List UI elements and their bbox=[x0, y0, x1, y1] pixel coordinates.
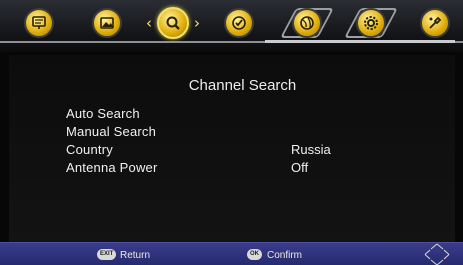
confirm-hint[interactable]: Confirm bbox=[267, 250, 302, 261]
exit-key-icon: EXIT bbox=[97, 249, 117, 260]
ok-key-icon: OK bbox=[247, 249, 262, 260]
picture-icon[interactable] bbox=[92, 8, 122, 38]
page-title: Channel Search bbox=[188, 77, 297, 94]
menu-item-country[interactable]: Country bbox=[66, 142, 113, 157]
menu-item-auto-search[interactable]: Auto Search bbox=[66, 106, 140, 121]
country-value[interactable]: Russia bbox=[291, 142, 331, 157]
search-icon[interactable] bbox=[157, 7, 189, 39]
chevron-left-icon[interactable]: ‹ bbox=[146, 14, 152, 32]
menu-item-manual-search[interactable]: Manual Search bbox=[66, 124, 156, 139]
tv-settings-icon[interactable] bbox=[24, 8, 54, 38]
navigation-arrows-icon bbox=[424, 243, 450, 265]
nav-rail-highlight bbox=[265, 40, 455, 43]
globe-icon[interactable] bbox=[292, 8, 322, 38]
antenna-power-value[interactable]: Off bbox=[291, 160, 308, 175]
return-hint[interactable]: Return bbox=[120, 250, 150, 261]
bottom-hint-bar: EXIT Return OK Confirm bbox=[0, 242, 463, 265]
gear-icon[interactable] bbox=[356, 8, 386, 38]
clock-icon[interactable] bbox=[224, 8, 254, 38]
chevron-right-icon[interactable]: › bbox=[194, 14, 200, 32]
top-navigation-bar: ‹ › bbox=[0, 0, 463, 52]
tv-menu-screen: ‹ › Channel Search Auto Search Manual Se… bbox=[0, 0, 463, 265]
menu-item-antenna-power[interactable]: Antenna Power bbox=[66, 160, 158, 175]
tools-icon[interactable] bbox=[420, 8, 450, 38]
